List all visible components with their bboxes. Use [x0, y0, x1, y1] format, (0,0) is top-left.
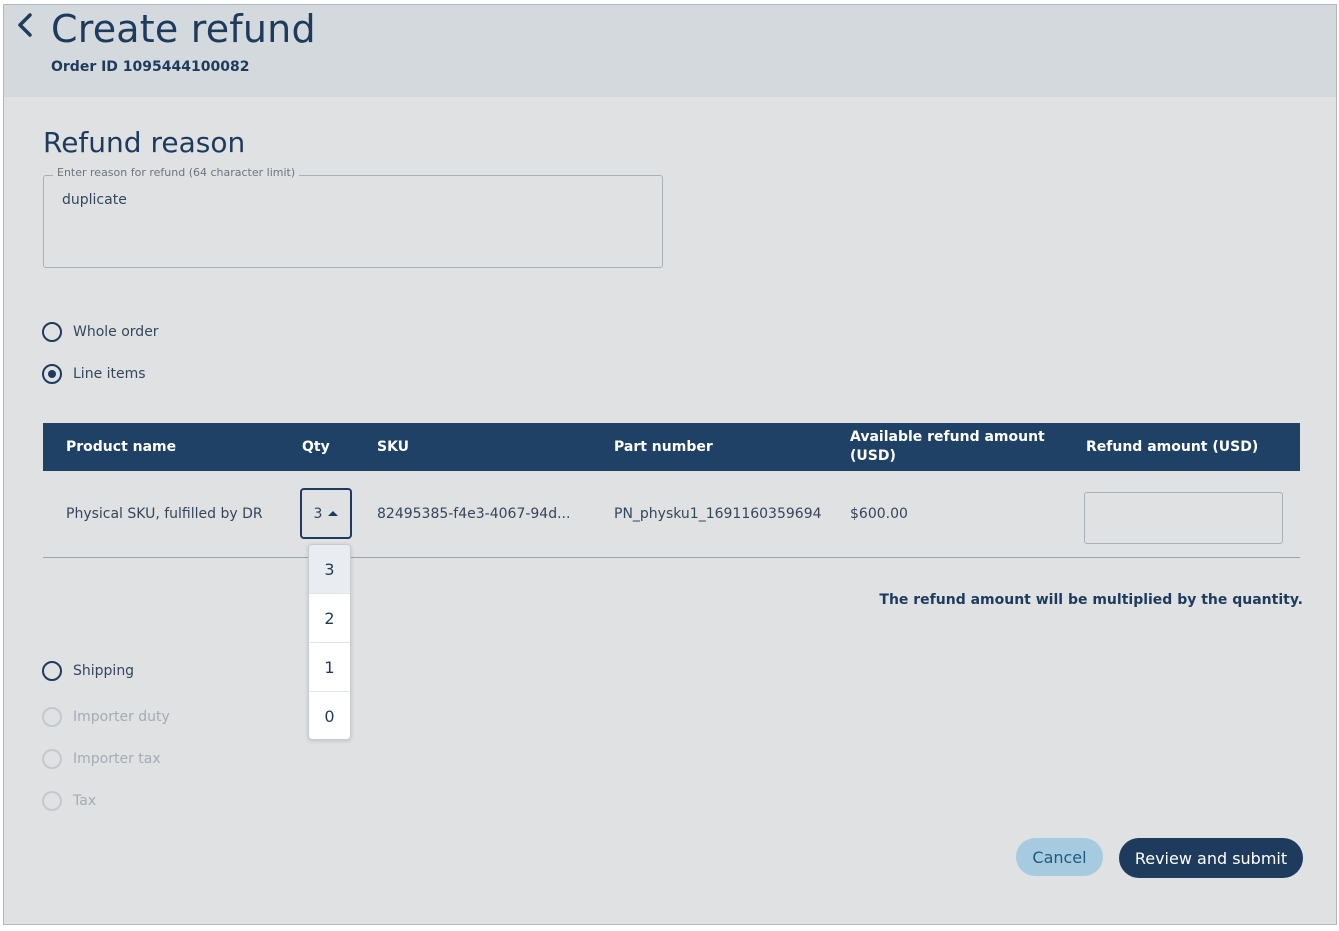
caret-up-icon [328, 511, 339, 516]
page-header: Create refund Order ID 1095444100082 [4, 5, 1336, 97]
quantity-note: The refund amount will be multiplied by … [879, 592, 1303, 608]
col-available-amount: Available refund amount (USD) [850, 429, 1045, 464]
radio-circle-disabled [42, 791, 62, 811]
chevron-left-icon[interactable] [12, 7, 38, 43]
radio-whole-order[interactable]: Whole order [42, 322, 159, 342]
col-product-name: Product name [66, 438, 177, 455]
qty-select-value: 3 [313, 505, 323, 522]
radio-circle[interactable] [42, 661, 62, 681]
radio-shipping-label: Shipping [73, 663, 135, 679]
qty-option-2[interactable]: 2 [309, 594, 350, 643]
radio-shipping[interactable]: Shipping [42, 661, 134, 681]
refund-reason-value: duplicate [62, 192, 127, 208]
radio-importer-duty-label: Importer duty [73, 709, 170, 725]
refund-reason-input[interactable] [43, 175, 663, 268]
col-sku: SKU [377, 438, 410, 455]
radio-circle[interactable] [42, 322, 62, 342]
radio-circle-disabled [42, 707, 62, 727]
review-and-submit-button[interactable]: Review and submit [1119, 838, 1303, 878]
qty-option-3[interactable]: 3 [309, 545, 350, 594]
cell-part-number: PN_physku1_1691160359694 [614, 506, 822, 522]
radio-circle-disabled [42, 749, 62, 769]
radio-whole-order-label: Whole order [73, 324, 159, 340]
radio-line-items-label: Line items [73, 366, 146, 382]
refund-amount-input[interactable] [1084, 492, 1283, 544]
order-id: Order ID 1095444100082 [51, 59, 250, 75]
cell-available-amount: $600.00 [850, 506, 908, 522]
radio-importer-duty: Importer duty [42, 707, 170, 727]
cell-product-name: Physical SKU, fulfilled by DR [66, 506, 263, 522]
radio-circle-checked[interactable] [42, 364, 62, 384]
line-items-table-header: Product name Qty SKU Part number Availab… [43, 423, 1300, 471]
radio-line-items[interactable]: Line items [42, 364, 146, 384]
col-qty: Qty [302, 438, 330, 455]
qty-option-0[interactable]: 0 [309, 692, 350, 739]
radio-tax: Tax [42, 791, 96, 811]
radio-importer-tax: Importer tax [42, 749, 161, 769]
cancel-button[interactable]: Cancel [1016, 838, 1103, 876]
qty-option-1[interactable]: 1 [309, 643, 350, 692]
col-part-number: Part number [614, 438, 713, 455]
refund-reason-label: Enter reason for refund (64 character li… [53, 166, 300, 179]
refund-reason-heading: Refund reason [43, 126, 246, 159]
cell-sku: 82495385-f4e3-4067-94d... [377, 506, 571, 522]
page-title: Create refund [51, 7, 316, 51]
col-refund-amount: Refund amount (USD) [1086, 438, 1259, 455]
table-row: Physical SKU, fulfilled by DR 3 82495385… [43, 471, 1300, 558]
radio-importer-tax-label: Importer tax [73, 751, 161, 767]
radio-tax-label: Tax [73, 793, 97, 809]
qty-select[interactable]: 3 [300, 488, 352, 539]
qty-dropdown-menu: 3 2 1 0 [308, 544, 351, 740]
